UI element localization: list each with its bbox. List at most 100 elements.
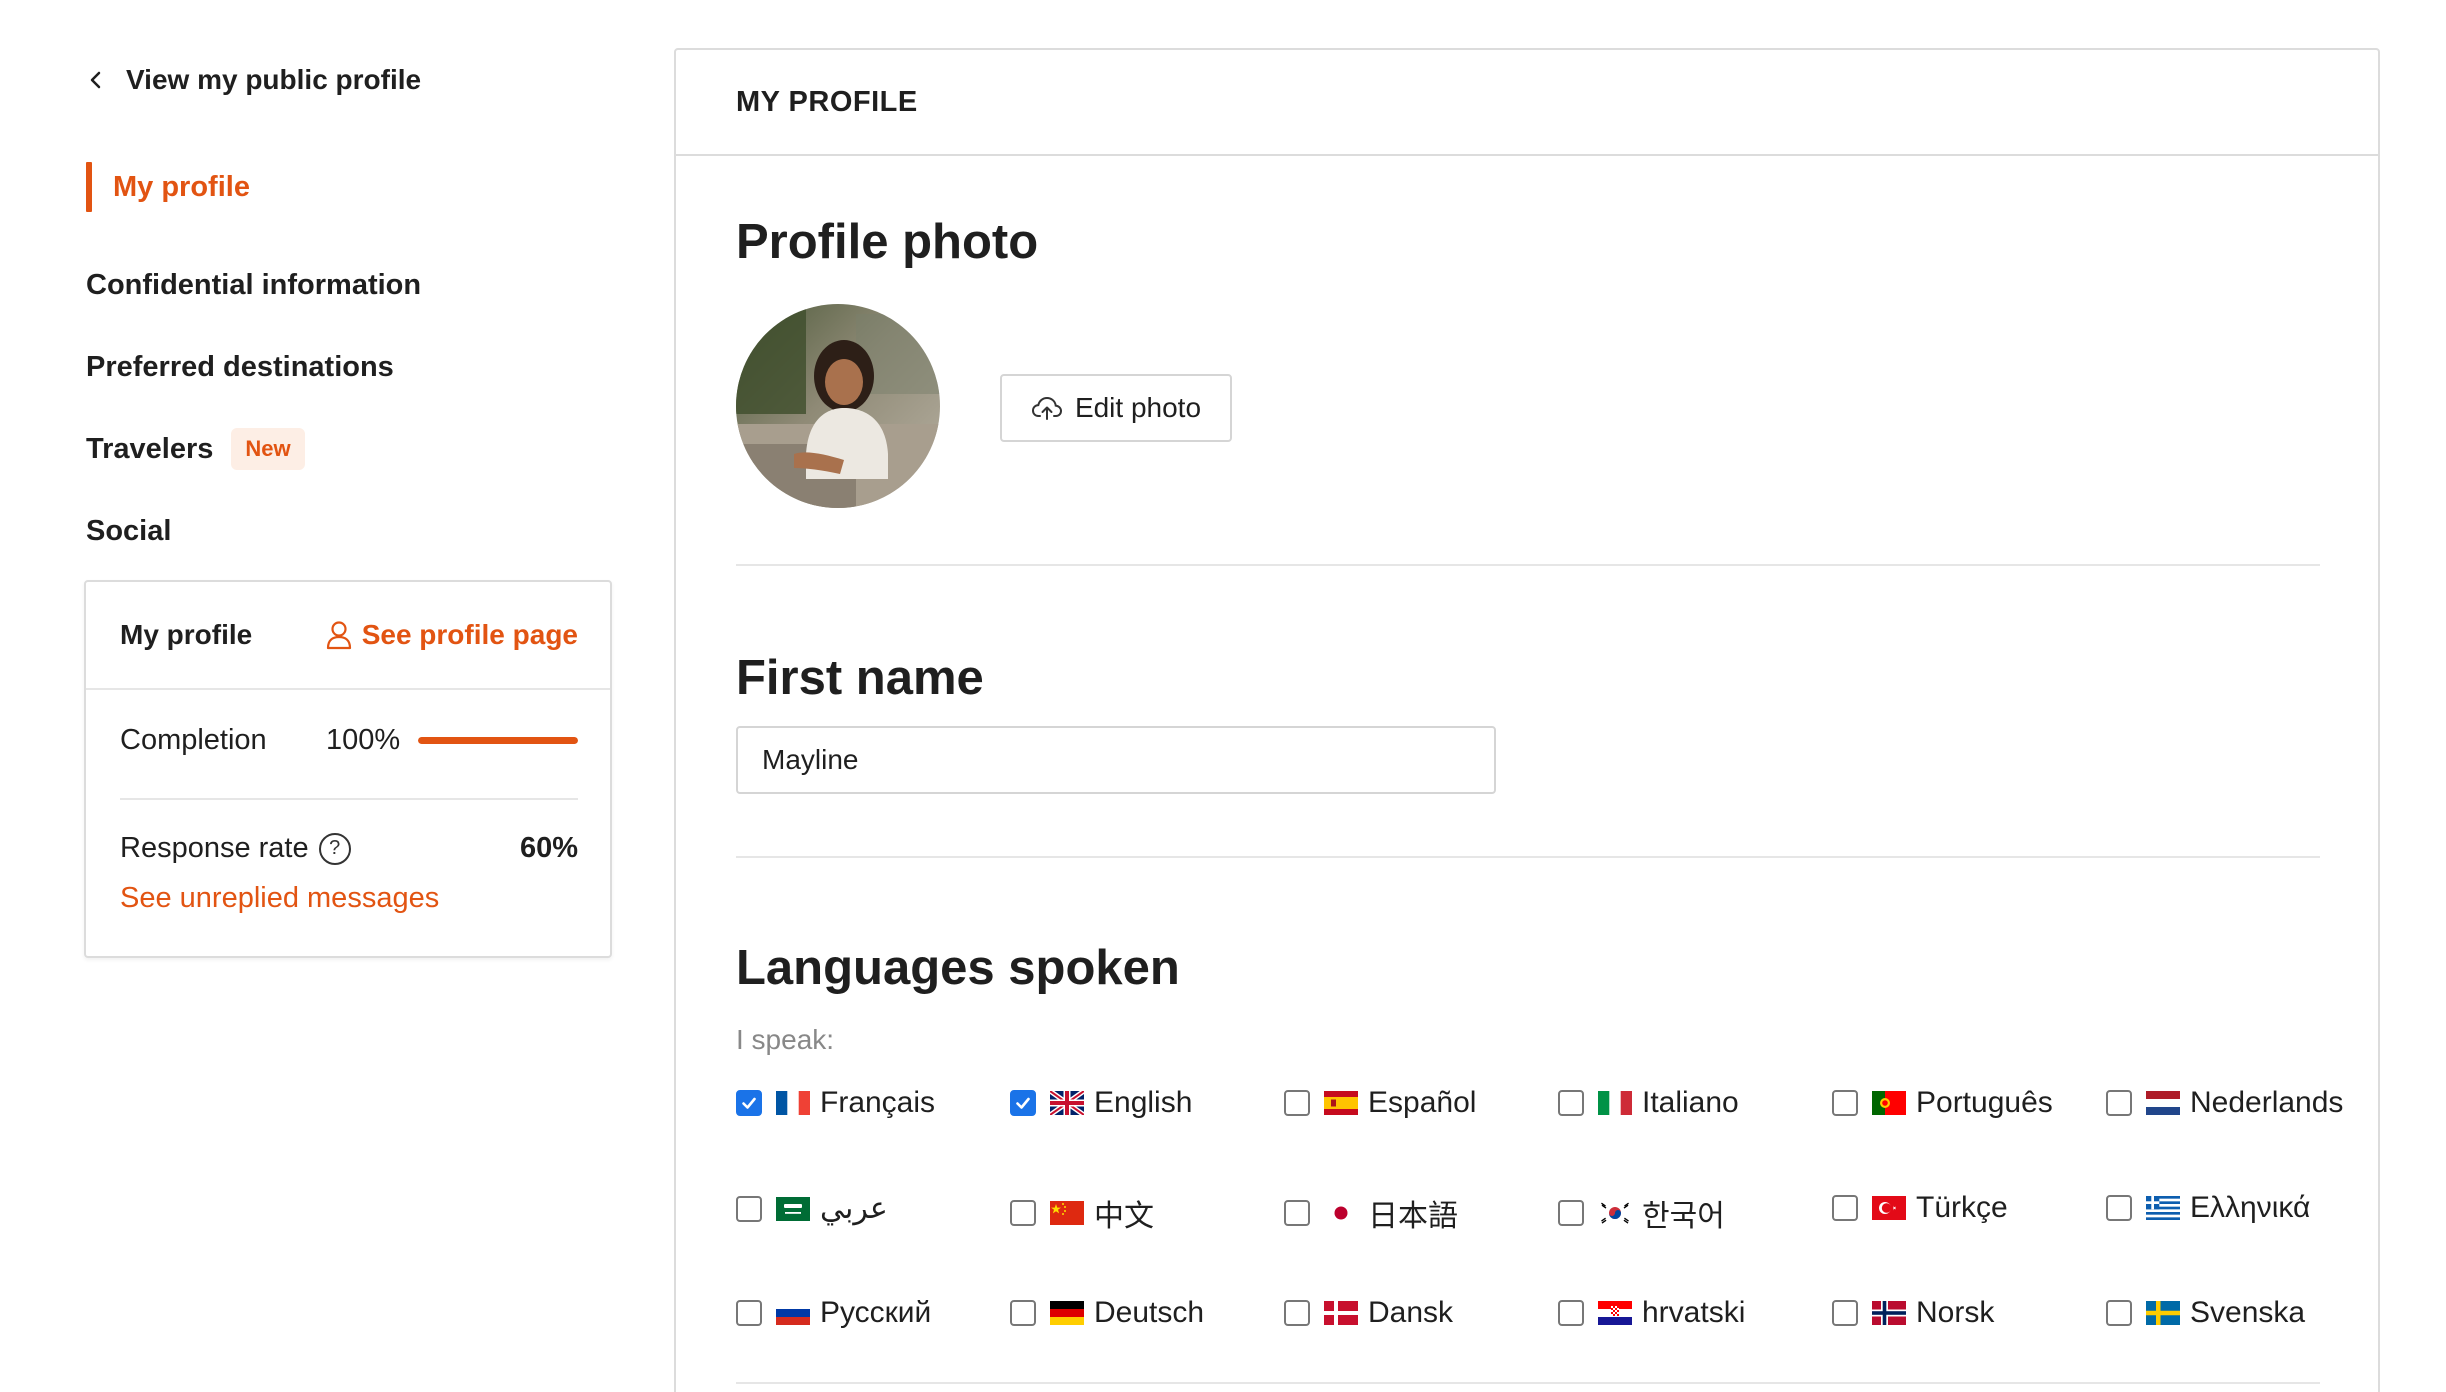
view-public-profile-link[interactable]: View my public profile	[88, 64, 421, 96]
see-profile-page-link[interactable]: See profile page	[326, 619, 578, 651]
checkbox[interactable]	[1284, 1300, 1310, 1326]
checkbox[interactable]	[1010, 1300, 1036, 1326]
language-name: Ελληνικά	[2190, 1191, 2311, 1224]
language-option[interactable]: Ελληνικά	[2106, 1191, 2310, 1225]
response-rate-row: Response rate ? 60%	[120, 832, 578, 865]
card-header: My profile See profile page	[86, 582, 610, 690]
first-name-heading: First name	[736, 651, 984, 705]
language-name: 한국어	[1642, 1200, 1725, 1233]
checkmark-icon	[1016, 1097, 1030, 1109]
new-badge: New	[231, 428, 305, 470]
language-name: Türkçe	[1916, 1191, 2008, 1224]
pt-flag-icon	[1872, 1091, 1906, 1115]
chevron-left-icon	[90, 71, 101, 89]
checkbox[interactable]	[1284, 1200, 1310, 1226]
language-name: 日本語	[1368, 1200, 1458, 1233]
language-option[interactable]: Français	[736, 1086, 935, 1120]
section-divider	[736, 856, 2320, 858]
sidebar-item-label: Confidential information	[86, 268, 422, 301]
page-title: MY PROFILE	[676, 50, 2378, 156]
jp-flag-icon	[1324, 1201, 1358, 1225]
sidebar-item-my-profile[interactable]: My profile	[86, 162, 626, 212]
response-rate-label-group: Response rate ?	[120, 832, 351, 865]
checkbox[interactable]	[1832, 1090, 1858, 1116]
sidebar-item-social[interactable]: Social	[86, 490, 626, 572]
section-divider	[736, 1382, 2320, 1384]
language-option[interactable]: 中文	[1010, 1191, 1154, 1235]
language-option[interactable]: Deutsch	[1010, 1296, 1204, 1330]
language-option[interactable]: Italiano	[1558, 1086, 1739, 1120]
avatar[interactable]	[736, 304, 940, 508]
checkbox[interactable]	[2106, 1195, 2132, 1221]
language-option[interactable]: Nederlands	[2106, 1086, 2343, 1120]
language-name: Nederlands	[2190, 1086, 2344, 1119]
language-name: Svenska	[2190, 1296, 2306, 1329]
language-option[interactable]: Dansk	[1284, 1296, 1453, 1330]
se-flag-icon	[2146, 1301, 2180, 1325]
language-name: Dansk	[1368, 1296, 1454, 1329]
avatar-photo	[736, 304, 940, 508]
language-option[interactable]: Português	[1832, 1086, 2053, 1120]
es-flag-icon	[1324, 1091, 1358, 1115]
checkbox[interactable]	[1558, 1200, 1584, 1226]
sidebar-item-confidential-information[interactable]: Confidential information	[86, 244, 626, 326]
ru-flag-icon	[776, 1301, 810, 1325]
card-title: My profile	[120, 619, 253, 650]
nl-flag-icon	[2146, 1091, 2180, 1115]
language-option[interactable]: hrvatski	[1558, 1296, 1745, 1330]
sidebar-item-travelers[interactable]: Travelers New	[86, 408, 626, 490]
language-option[interactable]: عربي	[736, 1191, 888, 1226]
checkbox-checked[interactable]	[736, 1090, 762, 1116]
checkbox[interactable]	[1832, 1300, 1858, 1326]
card-divider	[120, 798, 578, 800]
checkbox[interactable]	[1558, 1090, 1584, 1116]
section-divider	[736, 564, 2320, 566]
no-flag-icon	[1872, 1301, 1906, 1325]
completion-value: 100%	[326, 724, 401, 756]
checkbox[interactable]	[736, 1195, 762, 1222]
language-name: 中文	[1094, 1200, 1154, 1233]
see-profile-page-label: See profile page	[361, 619, 578, 650]
help-icon[interactable]: ?	[318, 832, 351, 865]
language-name: Русский	[820, 1296, 932, 1329]
checkbox[interactable]	[1558, 1300, 1584, 1326]
edit-photo-button[interactable]: Edit photo	[1000, 374, 1232, 442]
sidebar-item-preferred-destinations[interactable]: Preferred destinations	[86, 326, 626, 408]
hr-flag-icon	[1598, 1301, 1632, 1325]
profile-summary-card: My profile See profile page Completion 1…	[84, 580, 612, 958]
language-option[interactable]: 日本語	[1284, 1191, 1458, 1235]
completion-progress-bar	[418, 737, 578, 744]
language-option[interactable]: Svenska	[2106, 1296, 2305, 1330]
cn-flag-icon	[1050, 1201, 1084, 1225]
checkbox[interactable]	[2106, 1090, 2132, 1116]
completion-row: Completion 100%	[120, 724, 578, 757]
language-option[interactable]: English	[1010, 1086, 1192, 1120]
first-name-input[interactable]	[736, 726, 1496, 794]
sidebar-item-label: My profile	[113, 170, 250, 203]
checkbox-checked[interactable]	[1010, 1090, 1036, 1116]
language-option[interactable]: Русский	[736, 1296, 931, 1330]
language-option[interactable]: 한국어	[1558, 1191, 1725, 1235]
sa-flag-icon	[776, 1196, 810, 1221]
language-option[interactable]: Norsk	[1832, 1296, 1994, 1330]
language-name: English	[1094, 1086, 1193, 1119]
cloud-upload-icon	[1031, 396, 1062, 420]
sidebar-item-label: Social	[86, 514, 172, 547]
checkbox[interactable]	[1010, 1200, 1036, 1226]
dk-flag-icon	[1324, 1301, 1358, 1325]
checkbox[interactable]	[736, 1300, 762, 1326]
response-rate-label: Response rate	[120, 832, 309, 864]
completion-label: Completion	[120, 724, 267, 756]
see-unreplied-messages-link[interactable]: See unreplied messages	[120, 882, 439, 915]
language-name: Português	[1916, 1086, 2053, 1119]
checkbox[interactable]	[2106, 1300, 2132, 1326]
sidebar-nav: My profile Confidential information Pref…	[86, 162, 626, 572]
gb-flag-icon	[1050, 1091, 1084, 1115]
checkbox[interactable]	[1832, 1195, 1858, 1221]
language-name: Español	[1368, 1086, 1477, 1119]
language-option[interactable]: Türkçe	[1832, 1191, 2008, 1225]
checkbox[interactable]	[1284, 1090, 1310, 1116]
gr-flag-icon	[2146, 1196, 2180, 1220]
i-speak-label: I speak:	[736, 1024, 835, 1055]
language-option[interactable]: Español	[1284, 1086, 1476, 1120]
